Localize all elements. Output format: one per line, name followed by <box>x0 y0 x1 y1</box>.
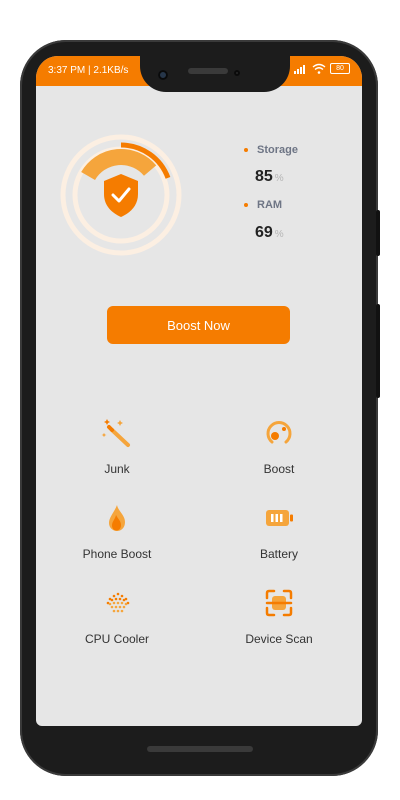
feature-boost[interactable]: Boost <box>219 416 339 476</box>
battery-level-text: 80 <box>336 65 344 72</box>
ram-label: RAM <box>257 199 283 211</box>
ram-value: 69 <box>255 224 273 241</box>
storage-dot <box>244 148 248 152</box>
feature-battery-label: Battery <box>259 547 298 561</box>
speed-dial-icon <box>266 421 292 444</box>
ram-dot <box>244 203 248 207</box>
feature-junk[interactable]: Junk <box>57 416 177 476</box>
battery-icon <box>266 510 293 526</box>
battery-icon: 80 <box>330 63 350 74</box>
feature-phone-boost[interactable]: Phone Boost <box>57 501 177 561</box>
feature-phone-boost-label: Phone Boost <box>82 547 152 561</box>
ram-unit: % <box>274 229 284 240</box>
earpiece-speaker <box>188 68 228 74</box>
front-camera <box>158 70 168 80</box>
feature-junk-label: Junk <box>104 462 130 476</box>
status-time-speed: 3:37 PM | 2.1KB/s <box>48 65 129 76</box>
power-button <box>376 304 380 398</box>
camera-notch <box>140 56 290 92</box>
wifi-icon <box>312 63 326 74</box>
legend-ram: RAM <box>244 199 354 211</box>
feature-cpu-cooler[interactable]: CPU Cooler <box>57 586 177 646</box>
storage-unit: % <box>274 173 284 184</box>
shield-check-icon <box>104 174 138 217</box>
cpu-cooler-icon <box>106 592 130 613</box>
feature-device-scan-label: Device Scan <box>245 632 313 646</box>
app-screen: 3:37 PM | 2.1KB/s 80 Storage 85% RAM 69 … <box>36 56 362 726</box>
storage-label: Storage <box>257 144 298 156</box>
boost-now-button[interactable]: Boost Now <box>107 306 290 344</box>
feature-device-scan[interactable]: Device Scan <box>219 586 339 646</box>
storage-percent: 85% <box>255 168 284 186</box>
storage-value: 85 <box>255 168 273 185</box>
storage-arc <box>81 149 157 181</box>
usage-gauge <box>60 134 182 256</box>
flame-icon <box>109 505 125 531</box>
feature-battery[interactable]: Battery <box>219 501 339 561</box>
feature-cpu-cooler-label: CPU Cooler <box>84 632 150 646</box>
feature-boost-label: Boost <box>263 462 295 476</box>
home-indicator <box>147 746 253 752</box>
device-scan-icon <box>265 589 293 617</box>
front-sensor <box>234 70 240 76</box>
ram-percent: 69% <box>255 224 284 242</box>
magic-wand-icon <box>101 419 130 447</box>
signal-icon <box>294 64 305 74</box>
volume-button <box>376 210 380 256</box>
legend-storage: Storage <box>244 144 354 156</box>
